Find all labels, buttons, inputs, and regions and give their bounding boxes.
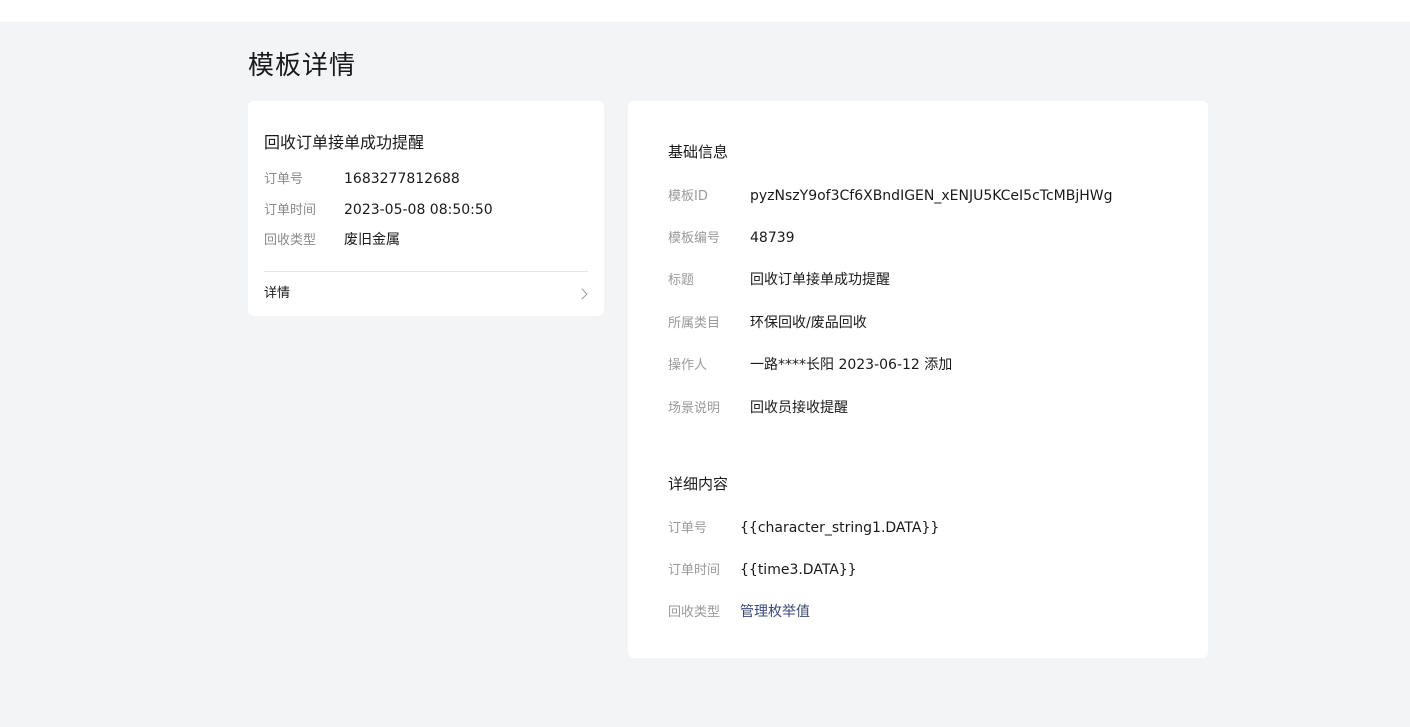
- detail-row-recycle-type: 回收类型 管理枚举值: [668, 601, 810, 623]
- preview-title: 回收订单接单成功提醒: [264, 133, 425, 152]
- preview-detail-link[interactable]: 详情: [264, 284, 588, 304]
- preview-field-order-number: 订单号 1683277812688: [264, 169, 460, 189]
- preview-field-value: 1683277812688: [344, 171, 460, 187]
- detail-content-title: 详细内容: [668, 475, 729, 493]
- preview-field-label: 订单时间: [264, 203, 317, 218]
- preview-field-label: 订单号: [264, 172, 304, 187]
- info-row-title: 标题 回收订单接单成功提醒: [668, 269, 890, 291]
- chevron-right-icon: [576, 288, 588, 300]
- info-row-scene-description: 场景说明 回收员接收提醒: [668, 397, 848, 419]
- preview-field-order-time: 订单时间 2023-05-08 08:50:50: [264, 200, 493, 220]
- info-value: pyzNszY9of3Cf6XBndIGEN_xENJU5KCeI5cTcMBj…: [750, 188, 1113, 204]
- detail-row-order-time: 订单时间 {{time3.DATA}}: [668, 559, 857, 581]
- detail-label: 订单时间: [668, 563, 721, 578]
- info-label: 操作人: [668, 358, 708, 373]
- info-value: 回收员接收提醒: [750, 400, 848, 416]
- top-bar: [0, 0, 1410, 22]
- info-label: 场景说明: [668, 401, 721, 416]
- info-row-template-id: 模板ID pyzNszY9of3Cf6XBndIGEN_xENJU5KCeI5cT…: [668, 185, 1112, 207]
- info-label: 模板ID: [668, 189, 708, 204]
- detail-label: 回收类型: [668, 605, 721, 620]
- basic-info-title: 基础信息: [668, 143, 729, 161]
- detail-value: {{character_string1.DATA}}: [740, 520, 940, 536]
- info-row-template-number: 模板编号 48739: [668, 227, 795, 249]
- template-info-panel: 基础信息 模板ID pyzNszY9of3Cf6XBndIGEN_xENJU5KC…: [628, 101, 1208, 658]
- page-title: 模板详情: [248, 51, 357, 81]
- preview-field-recycle-type: 回收类型 废旧金属: [264, 230, 400, 250]
- info-value: 环保回收/废品回收: [750, 315, 867, 331]
- manage-enum-values-link[interactable]: 管理枚举值: [740, 604, 810, 620]
- info-row-operator: 操作人 一路****长阳 2023-06-12 添加: [668, 354, 952, 376]
- detail-row-order-number: 订单号 {{character_string1.DATA}}: [668, 517, 939, 539]
- info-label: 模板编号: [668, 231, 721, 246]
- preview-field-value: 废旧金属: [344, 232, 400, 248]
- detail-label: 订单号: [668, 521, 708, 536]
- info-row-category: 所属类目 环保回收/废品回收: [668, 312, 867, 334]
- info-value: 48739: [750, 230, 795, 246]
- detail-value: {{time3.DATA}}: [740, 562, 857, 578]
- info-label: 标题: [668, 273, 695, 288]
- info-value: 一路****长阳 2023-06-12 添加: [750, 357, 953, 373]
- preview-divider: [264, 271, 588, 272]
- info-value: 回收订单接单成功提醒: [750, 272, 890, 288]
- info-label: 所属类目: [668, 316, 721, 331]
- preview-field-value: 2023-05-08 08:50:50: [344, 202, 493, 218]
- preview-field-label: 回收类型: [264, 233, 317, 248]
- template-preview-card: 回收订单接单成功提醒 订单号 1683277812688 订单时间 2023-05-…: [248, 101, 604, 316]
- preview-detail-label: 详情: [264, 286, 291, 301]
